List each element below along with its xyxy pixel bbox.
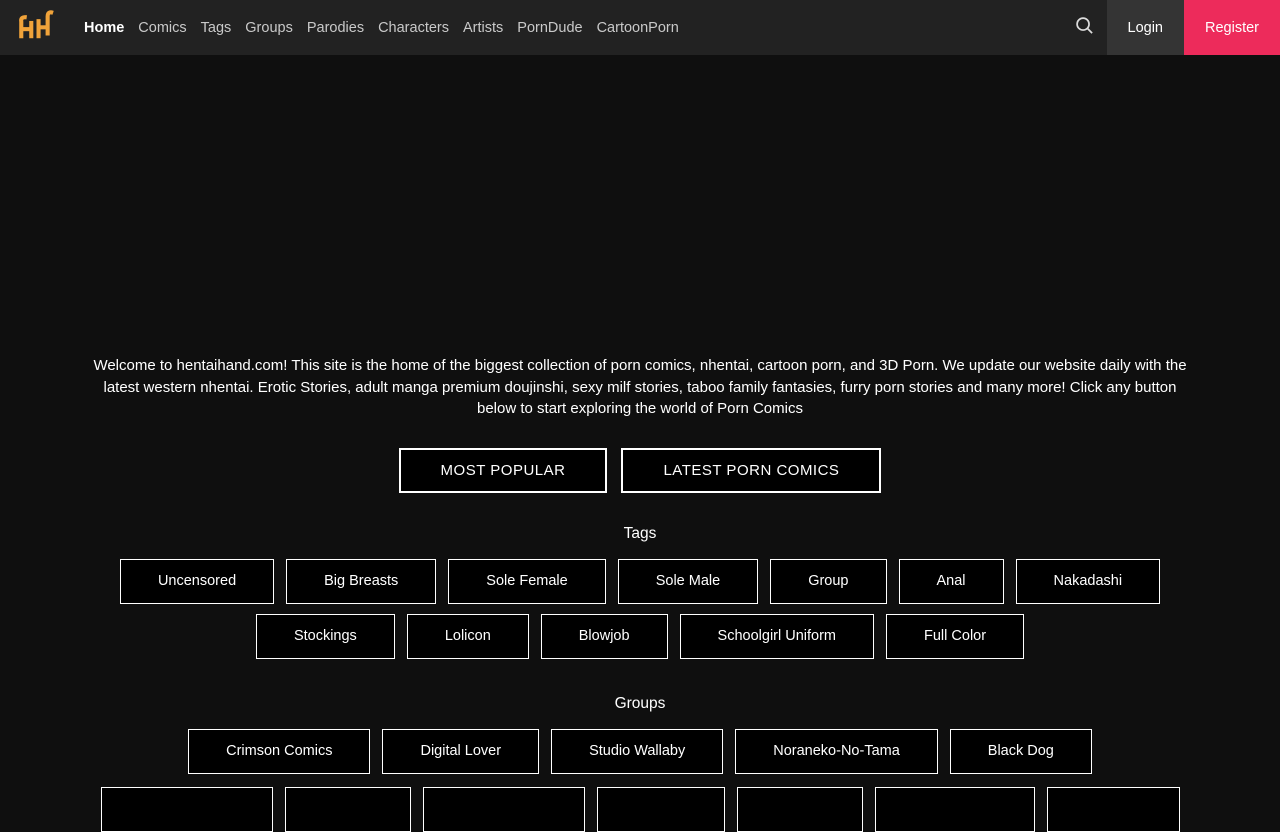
- login-button[interactable]: Login: [1106, 0, 1184, 55]
- menu-item-artists[interactable]: Artists: [463, 20, 503, 36]
- groups-row-2-clipped: [0, 786, 1280, 832]
- tag-sole-female[interactable]: Sole Female: [448, 558, 606, 604]
- tags-section-title: Tags: [623, 524, 657, 542]
- group-box-partial[interactable]: [596, 786, 725, 832]
- hh-logo-icon: [14, 7, 54, 49]
- group-crimson-comics[interactable]: Crimson Comics: [188, 728, 371, 774]
- group-box-partial[interactable]: [100, 786, 273, 832]
- menu-item-parodies[interactable]: Parodies: [307, 20, 364, 36]
- tag-nakadashi[interactable]: Nakadashi: [1015, 558, 1161, 604]
- tag-sole-male[interactable]: Sole Male: [617, 558, 759, 604]
- tag-stockings[interactable]: Stockings: [255, 613, 395, 659]
- group-box-partial[interactable]: [422, 786, 585, 832]
- tag-anal[interactable]: Anal: [898, 558, 1004, 604]
- most-popular-button[interactable]: MOST POPULAR: [398, 447, 608, 493]
- tag-lolicon[interactable]: Lolicon: [406, 613, 529, 659]
- group-digital-lover[interactable]: Digital Lover: [382, 728, 540, 774]
- tag-uncensored[interactable]: Uncensored: [119, 558, 275, 604]
- group-box-partial[interactable]: [284, 786, 411, 832]
- register-button[interactable]: Register: [1184, 0, 1280, 55]
- menu-item-groups[interactable]: Groups: [245, 20, 293, 36]
- search-button[interactable]: [1063, 0, 1107, 55]
- groups-row-1: Crimson Comics Digital Lover Studio Wall…: [0, 728, 1280, 774]
- tags-row-1: Uncensored Big Breasts Sole Female Sole …: [0, 558, 1280, 604]
- menu-item-porndude[interactable]: PornDude: [517, 20, 582, 36]
- menu-item-characters[interactable]: Characters: [378, 20, 449, 36]
- tags-row-2: Stockings Lolicon Blowjob Schoolgirl Uni…: [0, 613, 1280, 659]
- welcome-text: Welcome to hentaihand.com! This site is …: [93, 357, 1187, 417]
- group-box-partial[interactable]: [1046, 786, 1180, 832]
- site-logo[interactable]: [14, 7, 54, 49]
- group-box-partial[interactable]: [874, 786, 1035, 832]
- group-noraneko-no-tama[interactable]: Noraneko-No-Tama: [735, 728, 938, 774]
- tag-schoolgirl-uniform[interactable]: Schoolgirl Uniform: [679, 613, 875, 659]
- cta-row: MOST POPULAR LATEST PORN COMICS: [0, 447, 1280, 493]
- menu-item-tags[interactable]: Tags: [201, 20, 232, 36]
- group-studio-wallaby[interactable]: Studio Wallaby: [551, 728, 724, 774]
- tag-full-color[interactable]: Full Color: [886, 613, 1025, 659]
- menu-item-cartoonporn[interactable]: CartoonPorn: [597, 20, 679, 36]
- main-menu: Home Comics Tags Groups Parodies Charact…: [84, 20, 679, 36]
- nav-bar: Home Comics Tags Groups Parodies Charact…: [0, 0, 1280, 55]
- group-box-partial[interactable]: [736, 786, 863, 832]
- menu-item-home[interactable]: Home: [84, 20, 124, 36]
- nav-right: Login Register: [1063, 0, 1280, 55]
- latest-porn-comics-button[interactable]: LATEST PORN COMICS: [621, 447, 882, 493]
- tag-big-breasts[interactable]: Big Breasts: [286, 558, 437, 604]
- group-black-dog[interactable]: Black Dog: [949, 728, 1092, 774]
- tag-group[interactable]: Group: [770, 558, 887, 604]
- groups-section-title: Groups: [614, 694, 666, 712]
- menu-item-comics[interactable]: Comics: [138, 20, 186, 36]
- search-icon: [1075, 16, 1094, 40]
- tag-blowjob[interactable]: Blowjob: [540, 613, 668, 659]
